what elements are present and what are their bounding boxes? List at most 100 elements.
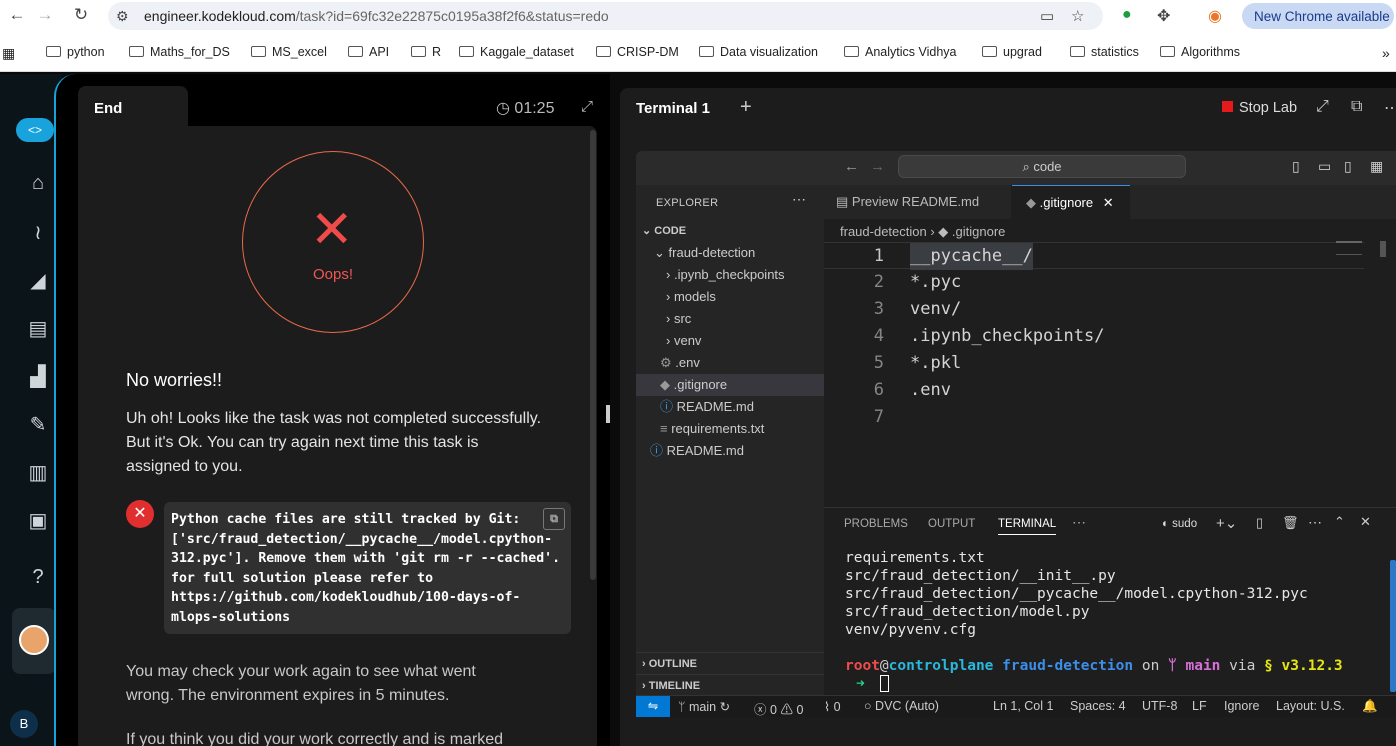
terminal-more-icon[interactable]: ⋯: [1308, 514, 1322, 531]
explorer-more-icon[interactable]: ⋯: [792, 191, 806, 208]
url-text[interactable]: engineer.kodekloud.com/task?id=69fc32e22…: [144, 8, 609, 24]
tab-save-icon[interactable]: ▭: [1040, 7, 1054, 25]
apps-icon[interactable]: ▦: [2, 45, 15, 62]
bookmark-item[interactable]: API: [348, 45, 389, 59]
maximize-panel-icon[interactable]: ⌃: [1334, 514, 1345, 530]
extensions-icon[interactable]: ✥: [1157, 6, 1170, 26]
bookmark-item[interactable]: upgrad: [982, 45, 1042, 59]
bookmark-item[interactable]: CRISP-DM: [596, 45, 679, 59]
status-ports[interactable]: ⌇ 0: [824, 699, 841, 714]
code-line[interactable]: 1 __pycache__/: [824, 242, 1364, 270]
status-branch[interactable]: ᛘ main ↻: [678, 699, 730, 714]
trash-icon[interactable]: 🗑: [1282, 515, 1299, 531]
timeline-section[interactable]: › TIMELINE: [636, 674, 824, 696]
kodekloud-logo-icon[interactable]: <>: [16, 118, 54, 142]
tab-output[interactable]: OUTPUT: [928, 518, 975, 530]
customize-layout-icon[interactable]: ▦: [1370, 158, 1383, 175]
code-line[interactable]: 4 .ipynb_checkpoints/: [824, 323, 1364, 350]
home-icon[interactable]: ⌂: [24, 172, 52, 200]
bookmark-star-icon[interactable]: ☆: [1071, 7, 1084, 25]
breadcrumb-item[interactable]: fraud-detection: [840, 224, 927, 239]
add-tab-icon[interactable]: +: [740, 96, 752, 119]
status-ignore[interactable]: Ignore: [1224, 699, 1259, 713]
forward-icon[interactable]: →: [34, 5, 56, 25]
code-line[interactable]: 3 venv/: [824, 296, 1364, 323]
book-icon[interactable]: ▥: [24, 460, 52, 488]
tab-preview-readme[interactable]: ▤ Preview README.md: [824, 185, 1012, 219]
tree-item-selected[interactable]: ◆ .gitignore: [636, 374, 824, 396]
toggle-sidebar-icon[interactable]: ▯: [1292, 158, 1300, 175]
copy-icon[interactable]: ⧉: [543, 508, 565, 530]
bookmark-item[interactable]: MS_excel: [251, 45, 327, 59]
learning-path-icon[interactable]: ≀: [24, 220, 52, 248]
tab-terminal-1[interactable]: Terminal 1: [636, 100, 710, 117]
tree-item[interactable]: ⚙ .env: [636, 352, 824, 374]
tab-gitignore[interactable]: ◆ .gitignore ✕: [1012, 185, 1130, 219]
fullscreen-icon[interactable]: ⤢: [1316, 98, 1329, 116]
toggle-secondary-sidebar-icon[interactable]: ▯: [1344, 158, 1352, 175]
command-search[interactable]: ⌕ code: [898, 155, 1186, 178]
expand-icon[interactable]: ⤢: [581, 98, 593, 115]
tree-item[interactable]: ⓘ README.md: [636, 440, 824, 462]
tree-item[interactable]: › .ipynb_checkpoints: [636, 264, 824, 286]
panel-resize-handle[interactable]: [606, 405, 610, 423]
status-problems[interactable]: ⓧ 0 ⚠ 0: [754, 699, 803, 717]
tree-item[interactable]: › venv: [636, 330, 824, 352]
editor-scrollbar[interactable]: [1380, 241, 1386, 257]
status-position[interactable]: Ln 1, Col 1: [993, 699, 1053, 713]
avatar-panel[interactable]: [12, 608, 56, 674]
reload-icon[interactable]: ↻: [70, 5, 92, 25]
notifications-bell-icon[interactable]: 🔔: [1362, 699, 1378, 714]
remote-icon[interactable]: ⇋: [636, 696, 670, 717]
new-terminal-icon[interactable]: +⌄: [1216, 514, 1237, 532]
code-line[interactable]: 7: [824, 404, 1364, 431]
bookmark-item[interactable]: Data visualization: [699, 45, 818, 59]
more-options-icon[interactable]: ⋯: [1384, 98, 1396, 118]
minimap[interactable]: [1336, 241, 1362, 255]
split-terminal-icon[interactable]: ▯: [1256, 515, 1263, 531]
user-avatar-badge[interactable]: B: [10, 710, 38, 738]
status-eol[interactable]: LF: [1192, 699, 1207, 713]
status-encoding[interactable]: UTF-8: [1142, 699, 1177, 713]
status-spaces[interactable]: Spaces: 4: [1070, 699, 1126, 713]
help-icon[interactable]: ?: [24, 566, 52, 594]
notes-icon[interactable]: ✎: [24, 412, 52, 440]
bookmark-item[interactable]: Kaggale_dataset: [459, 45, 574, 59]
status-layout[interactable]: Layout: U.S.: [1276, 699, 1345, 713]
bookmark-item[interactable]: Algorithms: [1160, 45, 1240, 59]
panel-more-icon[interactable]: ⋯: [1072, 514, 1086, 531]
stop-lab-button[interactable]: Stop Lab: [1222, 100, 1297, 116]
new-chrome-button[interactable]: New Chrome available: [1242, 3, 1394, 29]
tab-problems[interactable]: PROBLEMS: [844, 518, 908, 530]
breadcrumb-item[interactable]: .gitignore: [952, 224, 1005, 239]
close-icon[interactable]: ✕: [1103, 195, 1114, 210]
bookmark-item[interactable]: Analytics Vidhya: [844, 45, 957, 59]
tree-item[interactable]: ⓘ README.md: [636, 396, 824, 418]
close-panel-icon[interactable]: ✕: [1360, 514, 1371, 530]
nav-forward-icon[interactable]: →: [870, 158, 885, 175]
task-panel-scrollbar[interactable]: [590, 130, 596, 580]
grammarly-icon[interactable]: ●: [1122, 6, 1132, 24]
chat-icon[interactable]: ▣: [24, 508, 52, 536]
profile-icon[interactable]: ◉: [1208, 6, 1222, 26]
tab-end[interactable]: End: [78, 86, 188, 126]
playground-icon[interactable]: ▤: [24, 316, 52, 344]
tree-item[interactable]: › models: [636, 286, 824, 308]
leaderboard-icon[interactable]: ▟: [24, 364, 52, 392]
tab-terminal[interactable]: TERMINAL: [998, 518, 1057, 535]
open-external-icon[interactable]: ⧉: [1351, 98, 1362, 116]
tree-item[interactable]: ≡ requirements.txt: [636, 418, 824, 440]
avatar[interactable]: [19, 625, 49, 655]
terminal-cursor[interactable]: [880, 675, 889, 692]
tree-item[interactable]: ⌄ fraud-detection: [636, 242, 824, 264]
code-line[interactable]: 2 *.pyc: [824, 269, 1364, 296]
bookmark-item[interactable]: python: [46, 45, 105, 59]
bookmark-item[interactable]: Maths_for_DS: [129, 45, 230, 59]
nav-back-icon[interactable]: ←: [844, 158, 859, 175]
terminal-scrollbar[interactable]: [1390, 560, 1396, 692]
code-line[interactable]: 6 .env: [824, 377, 1364, 404]
tree-item[interactable]: › src: [636, 308, 824, 330]
site-info-icon[interactable]: ⚙: [116, 8, 129, 25]
code-line[interactable]: 5 *.pkl: [824, 350, 1364, 377]
shell-selector[interactable]: ◐ sudo: [1162, 518, 1197, 530]
